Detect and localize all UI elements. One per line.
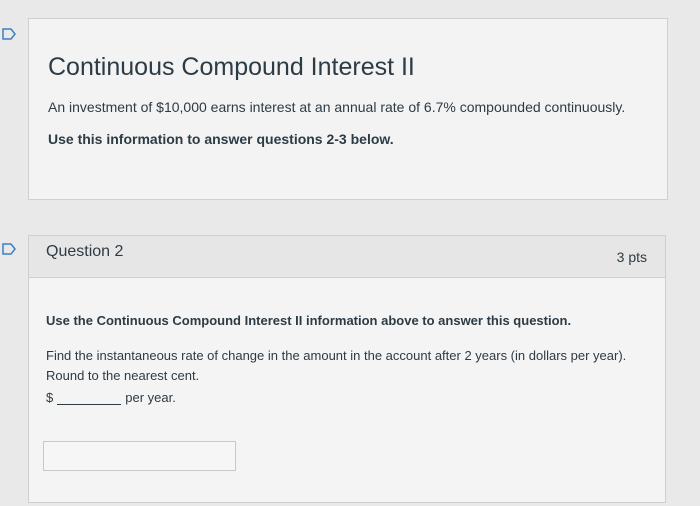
question-flag-icon[interactable] — [2, 243, 16, 255]
answer-row: $ per year. — [46, 390, 176, 405]
intro-text: An investment of $10,000 earns interest … — [48, 99, 626, 115]
currency-symbol: $ — [46, 390, 54, 405]
question-panel: Question 2 3 pts Use the Continuous Comp… — [28, 235, 666, 503]
question-title: Question 2 — [46, 243, 124, 260]
unit-label: per year. — [125, 390, 176, 405]
answer-input[interactable] — [43, 441, 236, 471]
intro-instruction: Use this information to answer questions… — [48, 131, 394, 147]
intro-flag-icon[interactable] — [2, 28, 16, 40]
intro-panel: Continuous Compound Interest II An inves… — [28, 18, 668, 200]
question-instruction: Use the Continuous Compound Interest II … — [46, 313, 572, 328]
question-prompt: Find the instantaneous rate of change in… — [46, 348, 627, 383]
answer-blank — [57, 392, 122, 405]
intro-title: Continuous Compound Interest II — [48, 53, 415, 81]
question-points: 3 pts — [616, 249, 647, 265]
question-header: Question 2 3 pts — [29, 236, 665, 278]
